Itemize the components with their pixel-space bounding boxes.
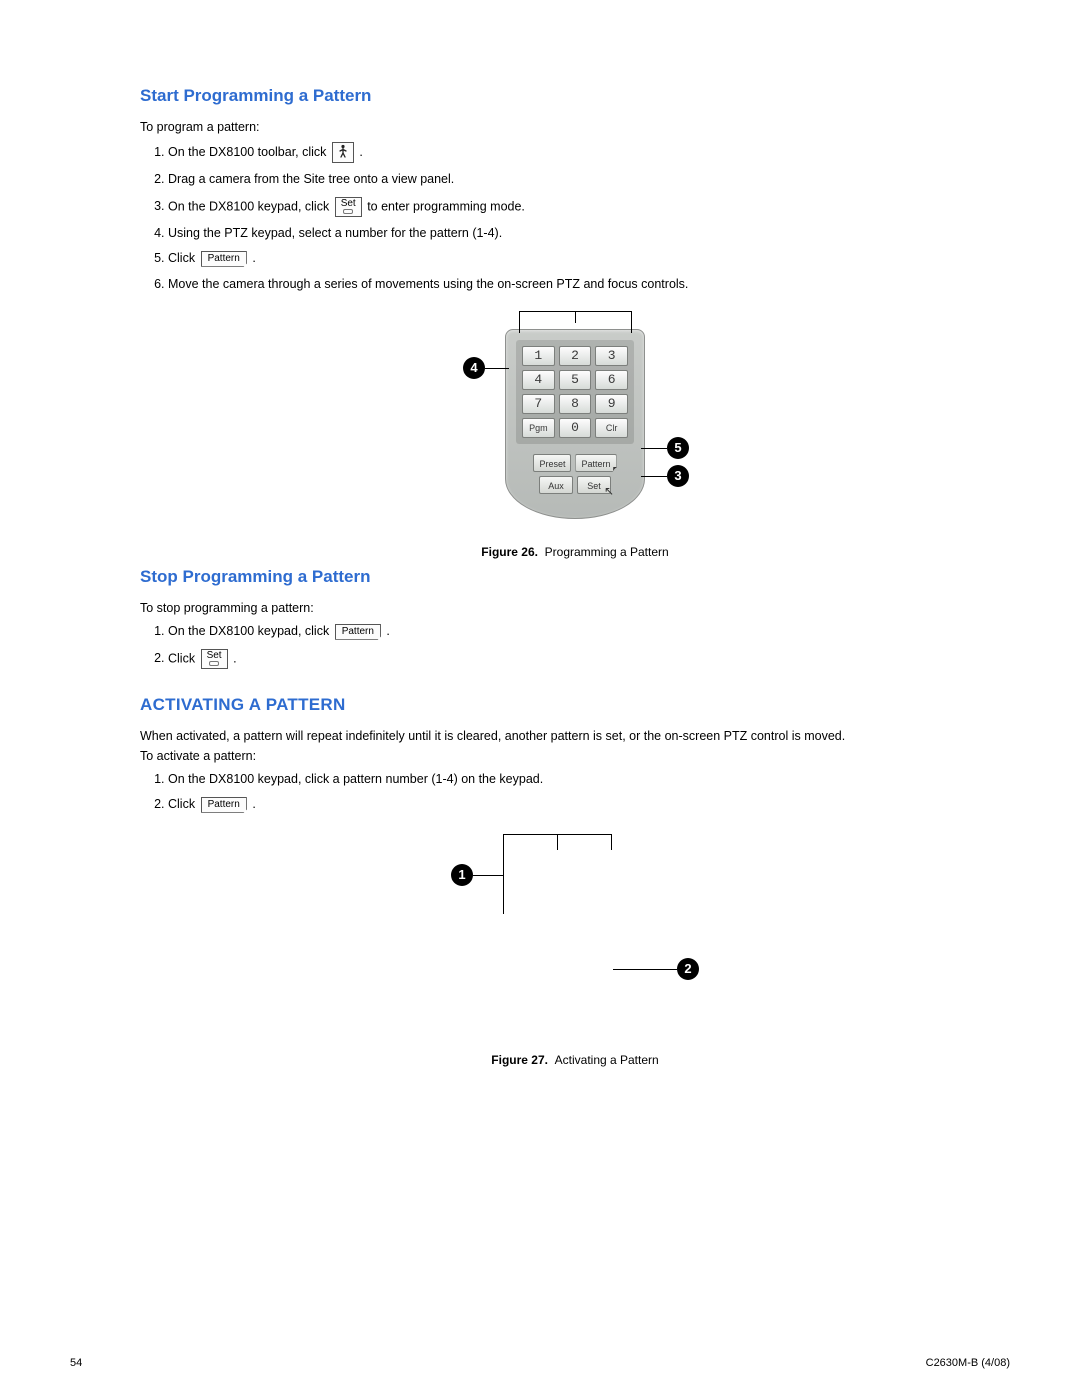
figure-26: 4 5 3 1 2 3 4 5 bbox=[140, 309, 1010, 559]
set-button-icon: Set bbox=[201, 649, 228, 669]
step-text: . bbox=[359, 145, 362, 159]
callout-line bbox=[641, 448, 667, 449]
callout-line bbox=[519, 311, 520, 333]
keypad-key-2: 2 bbox=[559, 346, 592, 366]
callout-4: 4 bbox=[463, 357, 485, 379]
step-text: On the DX8100 toolbar, click bbox=[168, 145, 326, 159]
step-2: Drag a camera from the Site tree onto a … bbox=[168, 171, 1010, 189]
intro-text: To stop programming a pattern: bbox=[140, 601, 1010, 615]
callout-line bbox=[611, 834, 612, 850]
keypad-key-8: 8 bbox=[559, 394, 592, 414]
callout-line bbox=[503, 834, 504, 914]
callout-5: 5 bbox=[667, 437, 689, 459]
step-6: Move the camera through a series of move… bbox=[168, 276, 1010, 294]
keypad-key-5: 5 bbox=[559, 370, 592, 390]
step-1: On the DX8100 toolbar, click . bbox=[168, 142, 1010, 163]
step-text: . bbox=[386, 624, 389, 638]
keypad-pattern: Pattern ↖ bbox=[575, 454, 616, 472]
keypad-key-6: 6 bbox=[595, 370, 628, 390]
step-text: . bbox=[233, 651, 236, 665]
step-text: . bbox=[252, 251, 255, 265]
keypad-set: Set ↖ bbox=[577, 476, 611, 494]
step-1: On the DX8100 keypad, click a pattern nu… bbox=[168, 771, 1010, 789]
keypad-key-clr: Clr bbox=[595, 418, 628, 438]
page-footer: 54 C2630M-B (4/08) bbox=[70, 1357, 1010, 1369]
step-1: On the DX8100 keypad, click Pattern . bbox=[168, 623, 1010, 641]
pattern-button-icon: Pattern bbox=[201, 251, 247, 267]
figure-26-caption: Figure 26. Programming a Pattern bbox=[140, 545, 1010, 559]
heading-stop-programming: Stop Programming a Pattern bbox=[140, 567, 1010, 587]
step-5: Click Pattern . bbox=[168, 250, 1010, 268]
callout-line bbox=[473, 875, 503, 876]
keypad-key-3: 3 bbox=[595, 346, 628, 366]
callout-1: 1 bbox=[451, 864, 473, 886]
figure-27-label: Figure 27. bbox=[491, 1053, 548, 1067]
callout-line bbox=[613, 969, 677, 970]
heading-start-programming: Start Programming a Pattern bbox=[140, 86, 1010, 106]
keypad-set-label: Set bbox=[587, 481, 601, 491]
step-4: Using the PTZ keypad, select a number fo… bbox=[168, 225, 1010, 243]
step-text: Click bbox=[168, 797, 195, 811]
steps-stop-programming: On the DX8100 keypad, click Pattern . Cl… bbox=[140, 623, 1010, 669]
keypad-pattern-label: Pattern bbox=[581, 459, 610, 469]
cursor-icon: ↖ bbox=[604, 484, 614, 498]
step-text: On the DX8100 keypad, click bbox=[168, 199, 329, 213]
callout-line bbox=[485, 368, 509, 369]
step-text: . bbox=[252, 797, 255, 811]
keypad-key-9: 9 bbox=[595, 394, 628, 414]
steps-activating: On the DX8100 keypad, click a pattern nu… bbox=[140, 771, 1010, 814]
keypad-key-7: 7 bbox=[522, 394, 555, 414]
pattern-button-icon: Pattern bbox=[201, 797, 247, 813]
callout-line bbox=[575, 311, 576, 323]
keypad-preset: Preset bbox=[533, 454, 571, 472]
intro-text-2: To activate a pattern: bbox=[140, 749, 1010, 763]
set-button-icon: Set bbox=[335, 197, 362, 217]
intro-text: When activated, a pattern will repeat in… bbox=[140, 729, 1010, 743]
keypad-key-4: 4 bbox=[522, 370, 555, 390]
figure-27-caption: Figure 27. Activating a Pattern bbox=[140, 1053, 1010, 1067]
figure-26-label: Figure 26. bbox=[481, 545, 538, 559]
step-3: On the DX8100 keypad, click Set to enter… bbox=[168, 197, 1010, 217]
keypad-key-0: 0 bbox=[559, 418, 592, 438]
callout-line bbox=[557, 834, 558, 850]
page-number: 54 bbox=[70, 1357, 82, 1369]
doc-id: C2630M-B (4/08) bbox=[926, 1357, 1010, 1369]
step-text: Click bbox=[168, 251, 195, 265]
intro-text: To program a pattern: bbox=[140, 120, 1010, 134]
pattern-button-icon: Pattern bbox=[335, 624, 381, 640]
keypad: 1 2 3 4 5 6 7 8 9 Pgm bbox=[505, 329, 645, 519]
callout-line bbox=[631, 311, 632, 333]
callout-3: 3 bbox=[667, 465, 689, 487]
step-text: to enter programming mode. bbox=[367, 199, 525, 213]
step-text: On the DX8100 keypad, click bbox=[168, 624, 329, 638]
callout-line bbox=[641, 476, 667, 477]
figure-26-text: Programming a Pattern bbox=[545, 545, 669, 559]
keypad-key-1: 1 bbox=[522, 346, 555, 366]
callout-2: 2 bbox=[677, 958, 699, 980]
callout-line bbox=[519, 311, 631, 312]
keypad-aux: Aux bbox=[539, 476, 573, 494]
person-icon bbox=[332, 142, 354, 163]
step-2: Click Set . bbox=[168, 649, 1010, 669]
step-text: Click bbox=[168, 651, 195, 665]
keypad-key-pgm: Pgm bbox=[522, 418, 555, 438]
figure-27-text: Activating a Pattern bbox=[555, 1053, 659, 1067]
figure-27: 1 2 Figure 27. Activating a Pattern bbox=[140, 830, 1010, 1067]
steps-start-programming: On the DX8100 toolbar, click . Drag a ca… bbox=[140, 142, 1010, 293]
step-2: Click Pattern . bbox=[168, 796, 1010, 814]
heading-activating-pattern: ACTIVATING A PATTERN bbox=[140, 695, 1010, 715]
